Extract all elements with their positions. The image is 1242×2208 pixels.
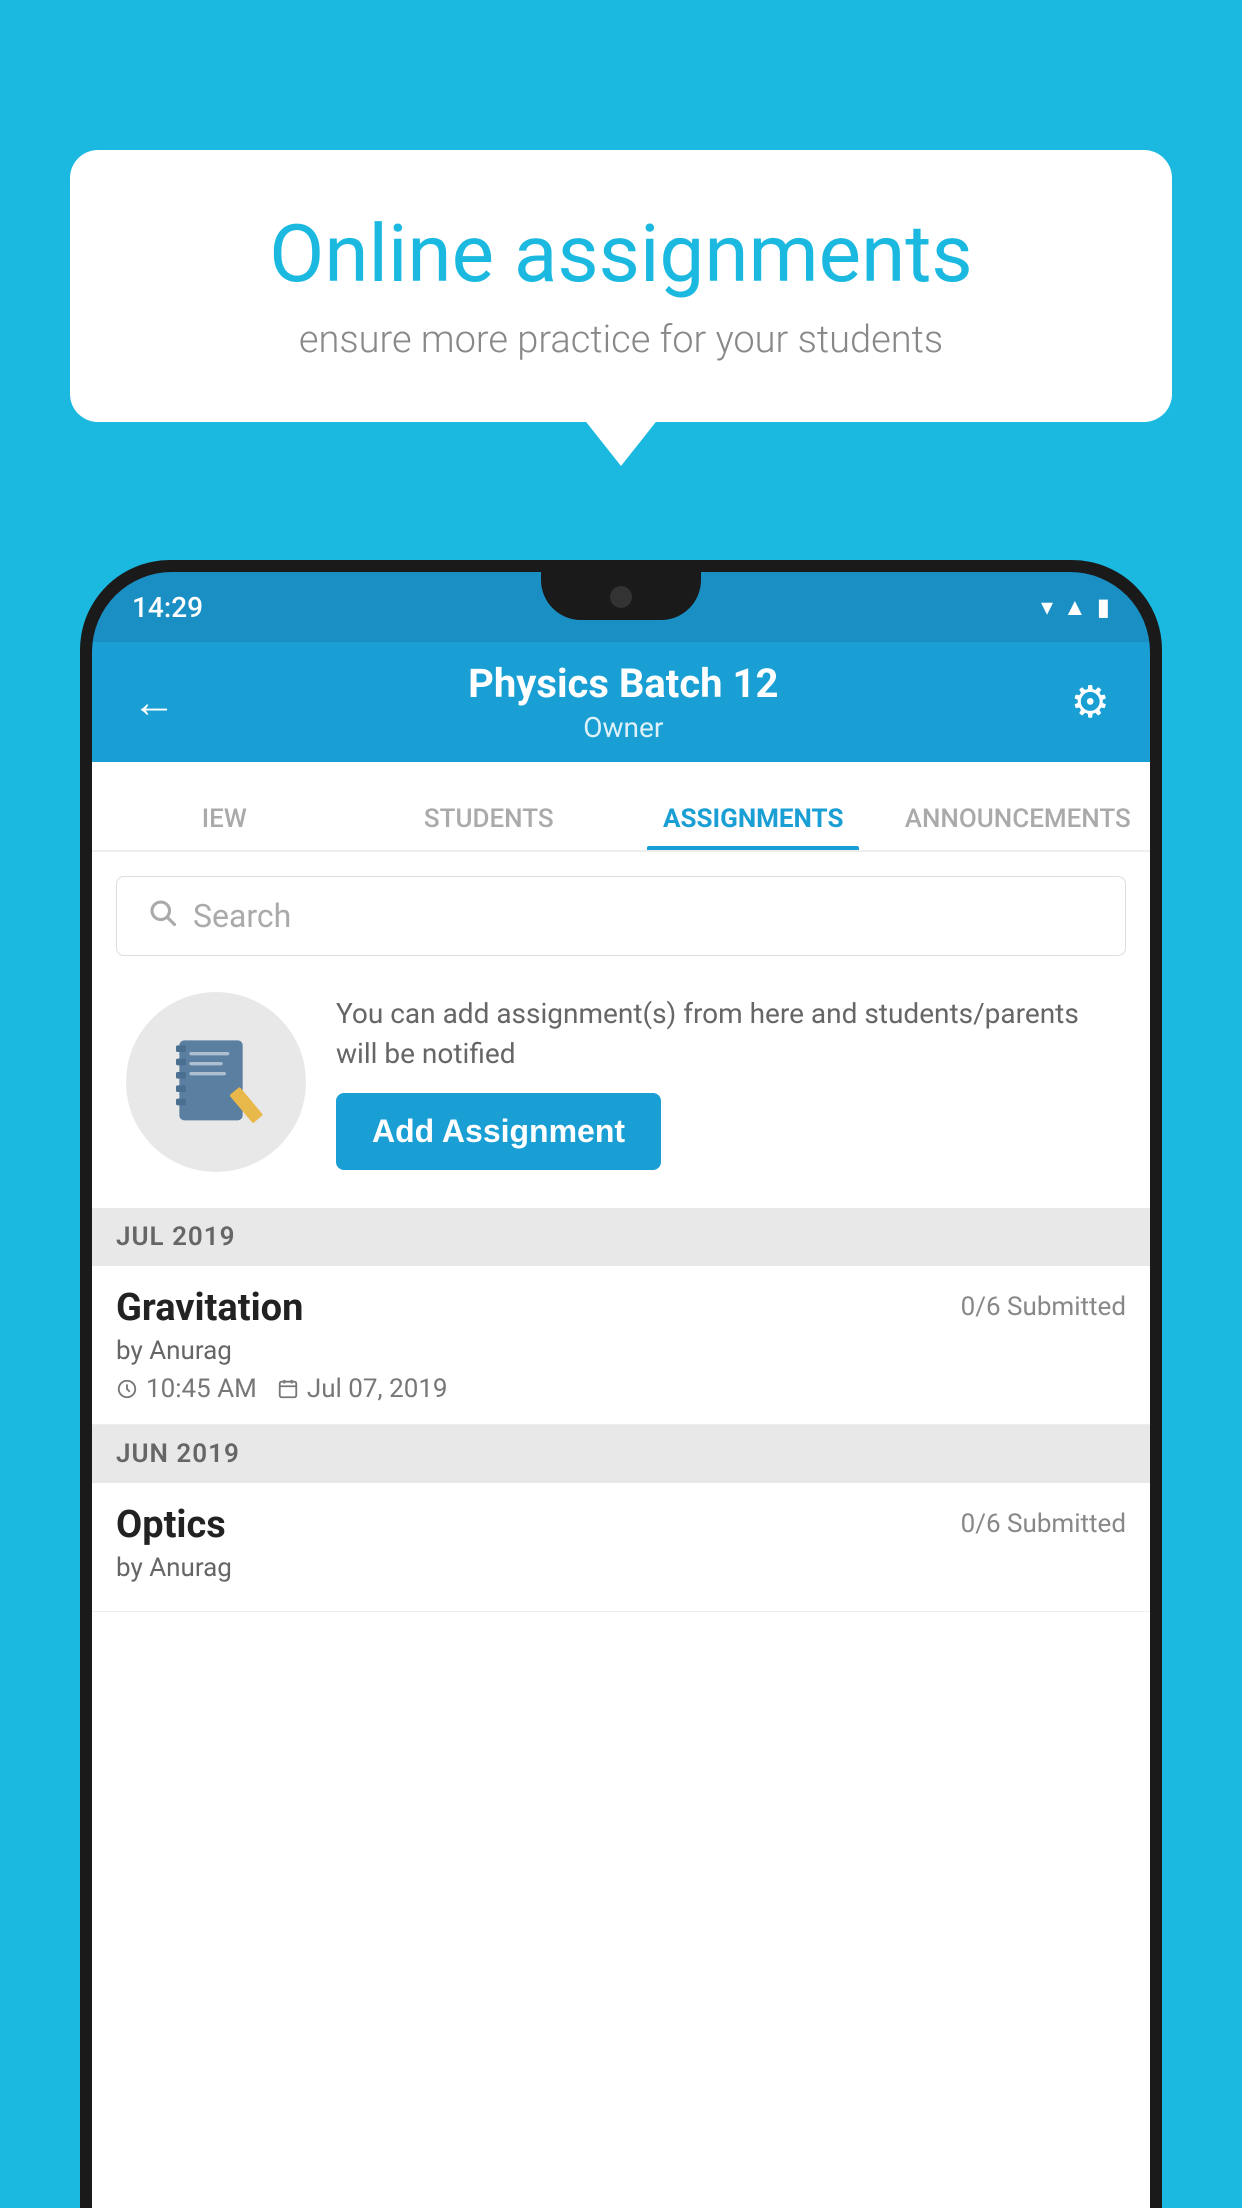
wifi-icon: ▾ bbox=[1041, 593, 1053, 621]
assignment-name-optics: Optics bbox=[116, 1503, 226, 1547]
assignment-submitted-gravitation: 0/6 Submitted bbox=[961, 1292, 1126, 1322]
tab-overview[interactable]: IEW bbox=[92, 804, 357, 850]
signal-icon: ▲ bbox=[1063, 593, 1087, 622]
assignment-row-top: Gravitation 0/6 Submitted bbox=[116, 1286, 1126, 1330]
notebook-icon bbox=[166, 1032, 266, 1132]
assignment-meta-gravitation: 10:45 AM Jul 07, 2019 bbox=[116, 1374, 1126, 1404]
search-placeholder: Search bbox=[193, 897, 291, 935]
section-header-jul: JUL 2019 bbox=[92, 1208, 1150, 1266]
empty-state: You can add assignment(s) from here and … bbox=[116, 972, 1126, 1192]
app-header: ← Physics Batch 12 Owner ⚙ bbox=[92, 642, 1150, 762]
header-title: Physics Batch 12 bbox=[468, 660, 778, 707]
speech-bubble-subtitle: ensure more practice for your students bbox=[150, 318, 1092, 362]
assignment-name-gravitation: Gravitation bbox=[116, 1286, 303, 1330]
tab-students[interactable]: STUDENTS bbox=[357, 804, 622, 850]
assignment-date-gravitation: Jul 07, 2019 bbox=[277, 1374, 448, 1404]
assignment-by-gravitation: by Anurag bbox=[116, 1336, 1126, 1366]
speech-bubble: Online assignments ensure more practice … bbox=[70, 150, 1172, 422]
assignment-row-top-optics: Optics 0/6 Submitted bbox=[116, 1503, 1126, 1547]
phone-notch bbox=[541, 572, 701, 620]
tab-assignments[interactable]: ASSIGNMENTS bbox=[621, 804, 886, 850]
speech-bubble-container: Online assignments ensure more practice … bbox=[70, 150, 1172, 422]
phone-inner: 14:29 ▾ ▲ ▮ ← Physics Batch 12 Owner ⚙ I… bbox=[92, 572, 1150, 2208]
settings-button[interactable]: ⚙ bbox=[1071, 676, 1110, 728]
search-bar[interactable]: Search bbox=[116, 876, 1126, 956]
speech-bubble-title: Online assignments bbox=[150, 210, 1092, 298]
add-assignment-button[interactable]: Add Assignment bbox=[336, 1093, 661, 1170]
back-button[interactable]: ← bbox=[132, 676, 176, 728]
empty-state-right: You can add assignment(s) from here and … bbox=[336, 994, 1116, 1169]
header-subtitle: Owner bbox=[468, 711, 778, 744]
phone-camera bbox=[610, 586, 632, 608]
assignment-submitted-optics: 0/6 Submitted bbox=[961, 1509, 1126, 1539]
assignment-item-optics[interactable]: Optics 0/6 Submitted by Anurag bbox=[92, 1483, 1150, 1612]
assignment-time-gravitation: 10:45 AM bbox=[116, 1374, 257, 1404]
assignment-item-gravitation[interactable]: Gravitation 0/6 Submitted by Anurag 10:4… bbox=[92, 1266, 1150, 1425]
battery-icon: ▮ bbox=[1097, 593, 1110, 621]
section-header-jun: JUN 2019 bbox=[92, 1425, 1150, 1483]
assignment-by-optics: by Anurag bbox=[116, 1553, 1126, 1583]
calendar-icon bbox=[277, 1378, 299, 1400]
header-center: Physics Batch 12 Owner bbox=[468, 660, 778, 744]
phone-frame: 14:29 ▾ ▲ ▮ ← Physics Batch 12 Owner ⚙ I… bbox=[80, 560, 1162, 2208]
empty-state-description: You can add assignment(s) from here and … bbox=[336, 994, 1116, 1072]
empty-state-icon-circle bbox=[126, 992, 306, 1172]
tab-announcements[interactable]: ANNOUNCEMENTS bbox=[886, 804, 1151, 850]
screen-content: Search bbox=[92, 852, 1150, 2208]
status-icons: ▾ ▲ ▮ bbox=[1041, 593, 1110, 622]
clock-icon bbox=[116, 1378, 138, 1400]
search-icon bbox=[147, 897, 177, 935]
tab-bar: IEW STUDENTS ASSIGNMENTS ANNOUNCEMENTS bbox=[92, 762, 1150, 852]
status-time: 14:29 bbox=[132, 591, 203, 624]
